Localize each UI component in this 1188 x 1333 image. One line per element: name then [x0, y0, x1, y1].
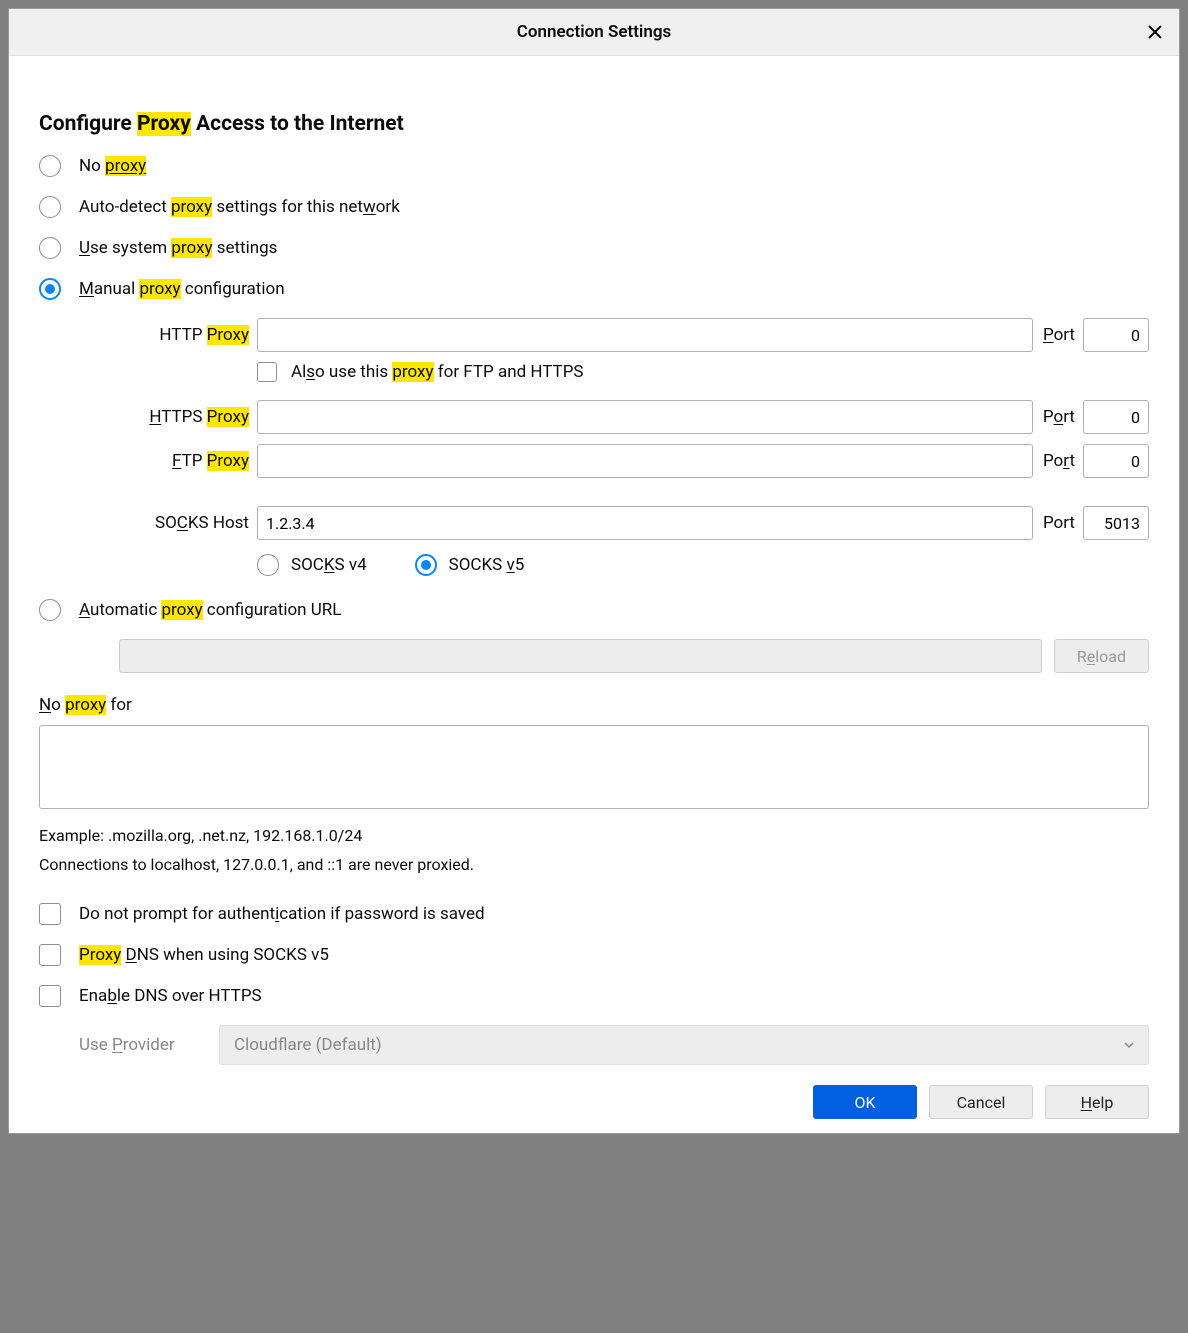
no-proxy-for-label: No proxy for [39, 695, 1149, 715]
checkbox-doh-label: Enable DNS over HTTPS [79, 986, 262, 1006]
checkbox-also-use[interactable] [257, 362, 277, 382]
checkbox-doh-row: Enable DNS over HTTPS [39, 984, 1149, 1008]
provider-label: Use Provider [79, 1035, 207, 1055]
socks-port-label: Port [1033, 513, 1083, 533]
radio-auto-url-label: Automatic proxy configuration URL [79, 600, 341, 620]
radio-autodetect[interactable] [39, 196, 61, 218]
provider-select: Cloudflare (Default) [219, 1025, 1149, 1065]
https-proxy-row: HTTPS Proxy Port [79, 400, 1149, 434]
socks-host-label: SOCKS Host [79, 513, 257, 533]
http-proxy-row: HTTP Proxy Port [79, 318, 1149, 352]
radio-auto-url-row: Automatic proxy configuration URL [39, 598, 1149, 622]
auto-url-input [119, 639, 1042, 673]
section-heading: Configure Proxy Access to the Internet [39, 112, 1149, 136]
radio-no-proxy[interactable] [39, 155, 61, 177]
radio-socks-v4[interactable] [257, 554, 279, 576]
reload-button: Reload [1054, 639, 1149, 673]
radio-no-proxy-row: No proxy [39, 154, 1149, 178]
no-proxy-for-input[interactable] [39, 725, 1149, 809]
ftp-proxy-label: FTP Proxy [79, 451, 257, 471]
provider-select-wrap: Cloudflare (Default) [219, 1025, 1149, 1065]
checkbox-doh[interactable] [39, 985, 61, 1007]
provider-row: Use Provider Cloudflare (Default) [79, 1025, 1149, 1065]
content-area: Configure Proxy Access to the Internet N… [9, 56, 1179, 1133]
socks-host-input[interactable] [257, 506, 1033, 540]
ok-button[interactable]: OK [813, 1085, 917, 1119]
https-proxy-input[interactable] [257, 400, 1033, 434]
auto-url-field-row: Reload [119, 639, 1149, 673]
http-port-input[interactable] [1083, 318, 1149, 352]
socks-v4-label: SOCKS v4 [291, 555, 367, 575]
also-use-label: Also use this proxy for FTP and HTTPS [291, 362, 584, 382]
manual-proxy-fields: HTTP Proxy Port Also use this proxy for … [79, 318, 1149, 576]
https-port-input[interactable] [1083, 400, 1149, 434]
ftp-port-input[interactable] [1083, 444, 1149, 478]
checkbox-proxydns-label: Proxy DNS when using SOCKS v5 [79, 945, 329, 965]
radio-manual-label: Manual proxy configuration [79, 279, 285, 299]
help-button[interactable]: Help [1045, 1085, 1149, 1119]
dialog-title: Connection Settings [517, 22, 671, 42]
radio-system-label: Use system proxy settings [79, 238, 277, 258]
socks-version-row: SOCKS v4 SOCKS v5 [257, 554, 1149, 576]
also-use-row: Also use this proxy for FTP and HTTPS [257, 362, 1149, 382]
checkbox-proxydns[interactable] [39, 944, 61, 966]
checkbox-noauth-label: Do not prompt for authentication if pass… [79, 904, 485, 924]
dialog-footer: OK Cancel Help [39, 1085, 1149, 1119]
https-proxy-label: HTTPS Proxy [79, 407, 257, 427]
close-icon [1147, 24, 1163, 40]
checkbox-proxydns-row: Proxy DNS when using SOCKS v5 [39, 943, 1149, 967]
http-port-label: Port [1033, 325, 1083, 345]
socks-host-row: SOCKS Host Port [79, 506, 1149, 540]
socks-port-input[interactable] [1083, 506, 1149, 540]
radio-system-row: Use system proxy settings [39, 236, 1149, 260]
ftp-proxy-row: FTP Proxy Port [79, 444, 1149, 478]
socks-v5-label: SOCKS v5 [449, 555, 525, 575]
radio-no-proxy-label: No proxy [79, 156, 146, 176]
radio-auto-url[interactable] [39, 599, 61, 621]
radio-autodetect-row: Auto-detect proxy settings for this netw… [39, 195, 1149, 219]
checkbox-noauth-row: Do not prompt for authentication if pass… [39, 902, 1149, 926]
radio-manual[interactable] [39, 278, 61, 300]
radio-socks-v5[interactable] [415, 554, 437, 576]
titlebar: Connection Settings [9, 9, 1179, 56]
cancel-button[interactable]: Cancel [929, 1085, 1033, 1119]
close-button[interactable] [1141, 18, 1169, 46]
http-proxy-label: HTTP Proxy [79, 325, 257, 345]
ftp-proxy-input[interactable] [257, 444, 1033, 478]
ftp-port-label: Port [1033, 451, 1083, 471]
https-port-label: Port [1033, 407, 1083, 427]
connection-settings-dialog: Connection Settings Configure Proxy Acce… [8, 8, 1180, 1134]
radio-manual-row: Manual proxy configuration [39, 277, 1149, 301]
radio-system[interactable] [39, 237, 61, 259]
radio-autodetect-label: Auto-detect proxy settings for this netw… [79, 197, 400, 217]
http-proxy-input[interactable] [257, 318, 1033, 352]
localhost-note: Connections to localhost, 127.0.0.1, and… [39, 855, 1149, 874]
no-proxy-example: Example: .mozilla.org, .net.nz, 192.168.… [39, 826, 1149, 845]
checkbox-noauth[interactable] [39, 903, 61, 925]
